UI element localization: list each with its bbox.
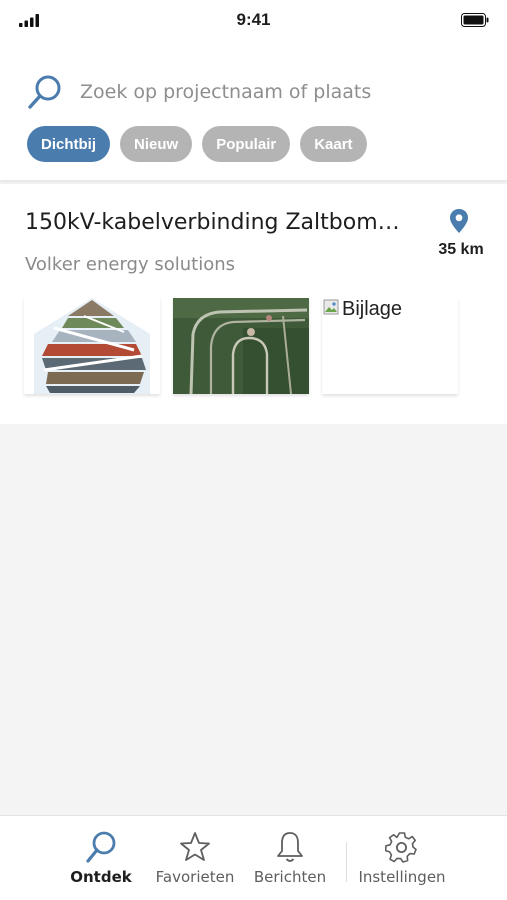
attachment-broken-image[interactable]: Bijlage bbox=[322, 298, 458, 394]
filter-chip-dichtbij[interactable]: Dichtbij bbox=[27, 126, 110, 162]
project-card[interactable]: 150kV-kabelverbinding Zaltbom… Volker en… bbox=[0, 184, 507, 424]
project-company: Volker energy solutions bbox=[25, 254, 236, 275]
filter-chip-kaart[interactable]: Kaart bbox=[300, 126, 367, 162]
attachment-thumbnail-aerial[interactable] bbox=[173, 298, 309, 394]
tab-favorieten[interactable]: Favorieten bbox=[150, 816, 240, 900]
project-distance: 35 km bbox=[438, 241, 484, 258]
attachment-thumbnail-collage[interactable] bbox=[24, 298, 160, 394]
broken-image-icon bbox=[323, 299, 339, 315]
filter-chips: Dichtbij Nieuw Populair Kaart bbox=[27, 126, 367, 162]
location-pin-icon bbox=[450, 209, 468, 233]
battery-icon bbox=[461, 13, 489, 27]
filter-chip-nieuw[interactable]: Nieuw bbox=[120, 126, 193, 162]
tab-instellingen[interactable]: Instellingen bbox=[352, 816, 452, 900]
tab-label: Favorieten bbox=[155, 868, 235, 886]
search-icon bbox=[86, 831, 116, 863]
search-bar bbox=[0, 70, 507, 114]
tab-berichten[interactable]: Berichten bbox=[248, 816, 332, 900]
filter-chip-populair[interactable]: Populair bbox=[202, 126, 291, 162]
tab-label: Instellingen bbox=[358, 868, 446, 886]
aerial-map-image bbox=[173, 298, 309, 394]
bell-icon bbox=[277, 832, 303, 862]
search-input[interactable] bbox=[80, 74, 480, 110]
attachment-alt-text: Bijlage bbox=[342, 298, 403, 320]
status-bar: 9:41 bbox=[0, 0, 507, 44]
collage-image bbox=[24, 298, 160, 394]
attachment-list: Bijlage bbox=[24, 298, 458, 394]
tab-ontdek[interactable]: Ontdek bbox=[62, 816, 140, 900]
gear-icon bbox=[385, 832, 417, 863]
status-time: 9:41 bbox=[236, 10, 271, 29]
star-icon bbox=[180, 832, 210, 861]
bottom-tab-bar: Ontdek Favorieten Berichten Instellingen bbox=[0, 815, 507, 900]
tab-label: Berichten bbox=[253, 868, 327, 886]
search-icon[interactable] bbox=[26, 73, 64, 111]
project-title: 150kV-kabelverbinding Zaltbom… bbox=[25, 210, 400, 235]
tab-label: Ontdek bbox=[70, 868, 132, 886]
discover-header: Dichtbij Nieuw Populair Kaart bbox=[0, 44, 507, 180]
tab-divider bbox=[346, 842, 347, 882]
